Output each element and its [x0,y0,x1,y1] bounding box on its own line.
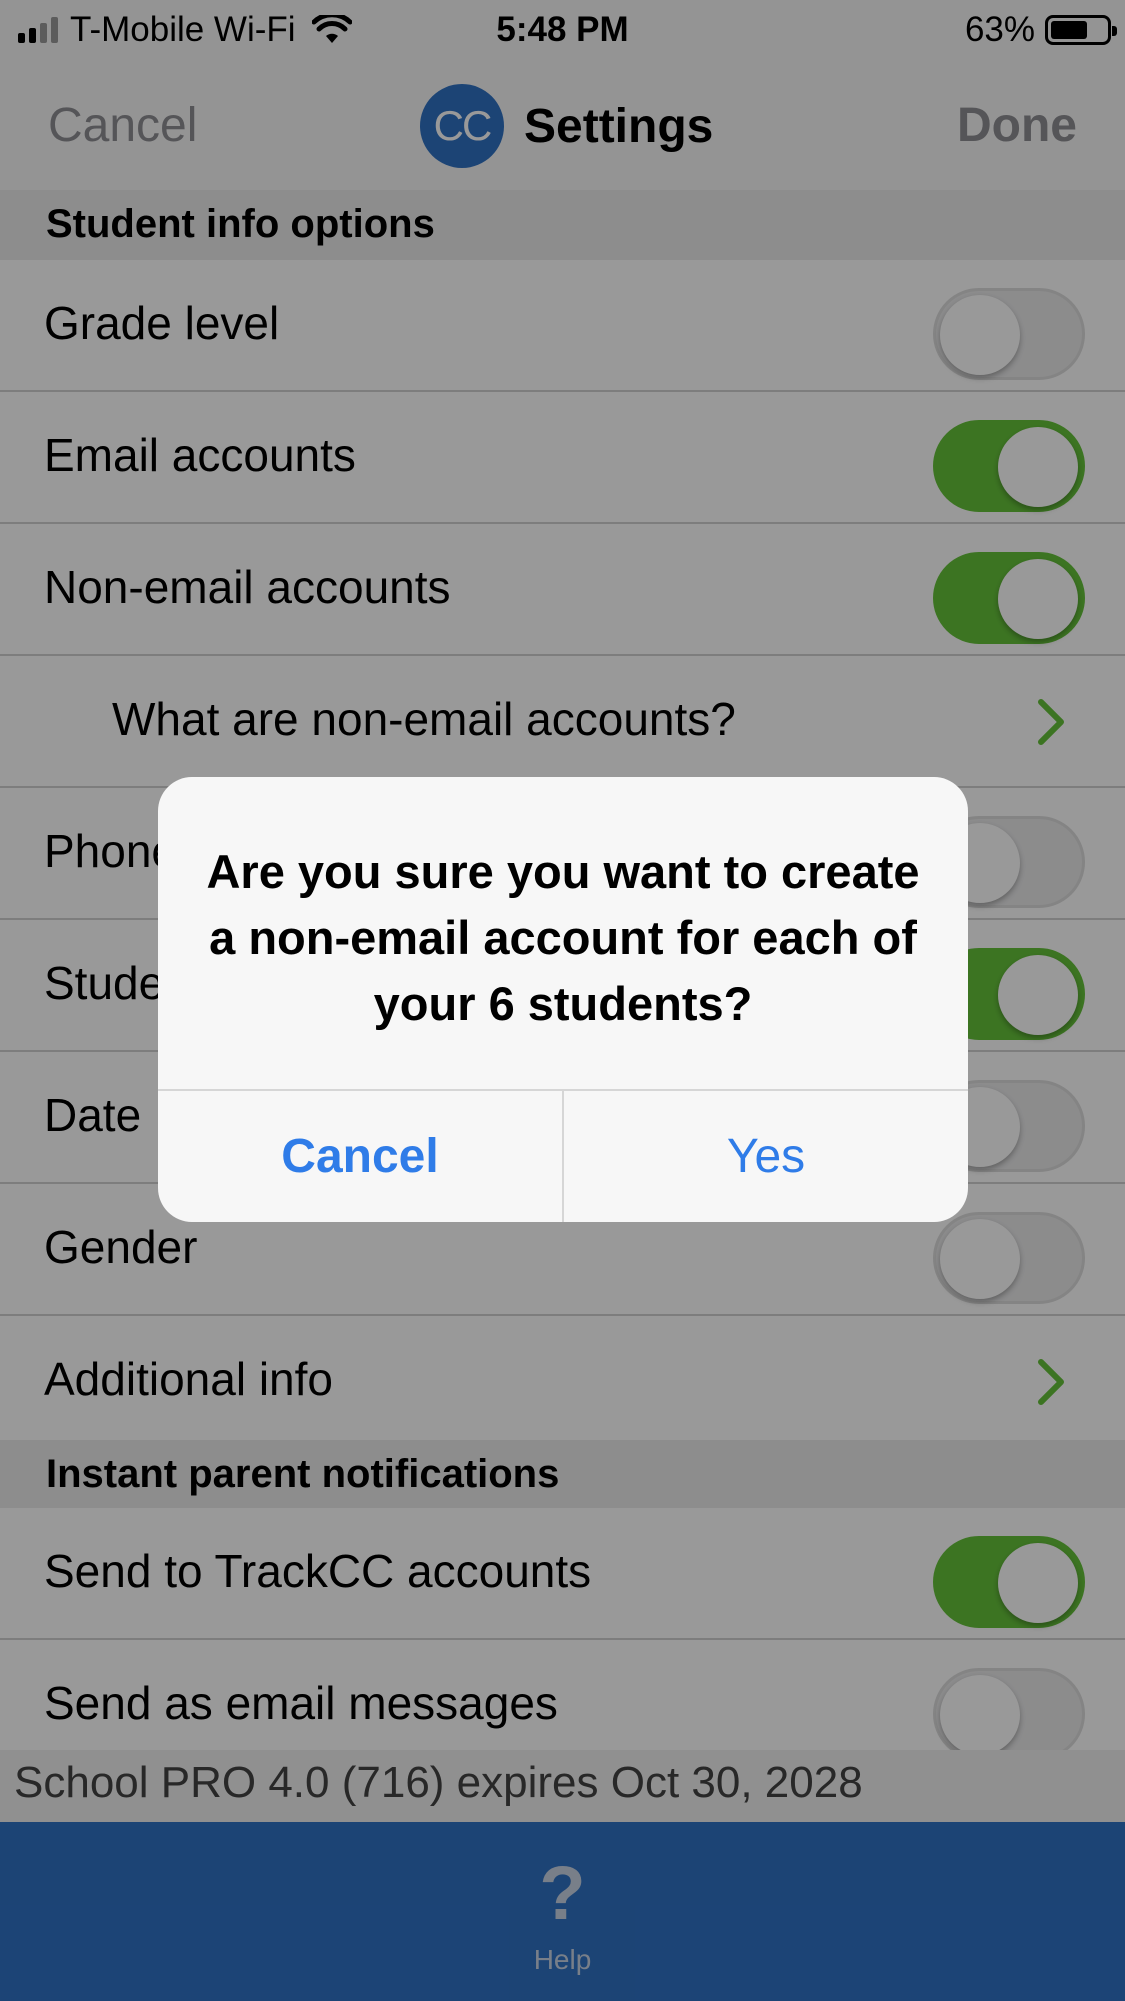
confirmation-alert: Are you sure you want to create a non-em… [158,777,968,1222]
alert-button-row: Cancel Yes [158,1089,968,1222]
alert-yes-button[interactable]: Yes [562,1091,968,1222]
alert-message: Are you sure you want to create a non-em… [206,845,920,1030]
alert-cancel-button[interactable]: Cancel [158,1091,562,1222]
